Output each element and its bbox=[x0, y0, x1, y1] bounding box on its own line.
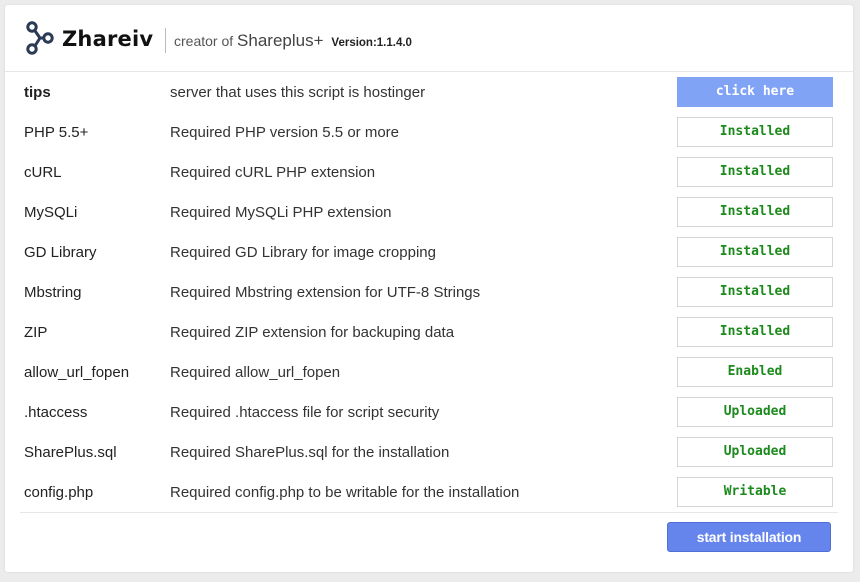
start-installation-button[interactable]: start installation bbox=[667, 522, 831, 552]
requirement-description: Required ZIP extension for backuping dat… bbox=[170, 324, 455, 341]
installer-panel: Zhareiv creator of Shareplus+ Version:1.… bbox=[5, 5, 853, 572]
requirement-name: MySQLi bbox=[24, 204, 78, 221]
requirement-description: Required SharePlus.sql for the installat… bbox=[170, 444, 450, 461]
requirement-description: server that uses this script is hostinge… bbox=[170, 84, 426, 101]
requirement-description: Required PHP version 5.5 or more bbox=[170, 124, 399, 141]
product-name: Shareplus+ bbox=[237, 31, 324, 50]
brand-name: Zhareiv bbox=[62, 27, 154, 51]
version-label: Version:1.1.4.0 bbox=[331, 37, 412, 49]
table-row: SharePlus.sql Required SharePlus.sql for … bbox=[20, 432, 835, 472]
requirement-description: Required config.php to be writable for t… bbox=[170, 484, 520, 501]
requirement-name: .htaccess bbox=[24, 404, 88, 421]
header: Zhareiv creator of Shareplus+ Version:1.… bbox=[5, 5, 853, 72]
table-row: allow_url_fopen Required allow_url_fopen E… bbox=[20, 352, 835, 392]
status-badge: Installed bbox=[677, 197, 833, 227]
click-here-button[interactable]: click here bbox=[677, 77, 833, 107]
footer-divider bbox=[20, 512, 838, 513]
requirement-name: Mbstring bbox=[24, 284, 82, 301]
requirement-description: Required allow_url_fopen bbox=[170, 364, 341, 381]
requirement-name: ZIP bbox=[24, 324, 48, 341]
requirement-description: Required Mbstring extension for UTF-8 St… bbox=[170, 284, 481, 301]
table-row: Mbstring Required Mbstring extension for … bbox=[20, 272, 835, 312]
requirement-description: Required GD Library for image cropping bbox=[170, 244, 436, 261]
requirement-name: PHP 5.5+ bbox=[24, 124, 89, 141]
status-badge: Installed bbox=[677, 277, 833, 307]
requirement-description: Required .htaccess file for script secur… bbox=[170, 404, 440, 421]
status-badge: Installed bbox=[677, 237, 833, 267]
table-row: PHP 5.5+ Required PHP version 5.5 or more… bbox=[20, 112, 835, 152]
requirement-name: GD Library bbox=[24, 244, 97, 261]
table-row: MySQLi Required MySQLi PHP extension Insta… bbox=[20, 192, 835, 232]
requirement-name: allow_url_fopen bbox=[24, 364, 130, 381]
header-divider bbox=[165, 28, 166, 53]
creator-line: creator of Shareplus+ Version:1.1.4.0 bbox=[174, 31, 412, 51]
status-badge: Installed bbox=[677, 157, 833, 187]
status-badge: Installed bbox=[677, 117, 833, 147]
requirement-name: config.php bbox=[24, 484, 94, 501]
requirement-description: Required MySQLi PHP extension bbox=[170, 204, 392, 221]
requirement-description: Required cURL PHP extension bbox=[170, 164, 376, 181]
status-badge: Writable bbox=[677, 477, 833, 507]
table-row: config.php Required config.php to be writ… bbox=[20, 472, 835, 512]
table-row: .htaccess Required .htaccess file for scr… bbox=[20, 392, 835, 432]
table-row: GD Library Required GD Library for image … bbox=[20, 232, 835, 272]
status-badge: Enabled bbox=[677, 357, 833, 387]
requirement-name: cURL bbox=[24, 164, 62, 181]
status-badge: Uploaded bbox=[677, 397, 833, 427]
table-row: ZIP Required ZIP extension for backuping … bbox=[20, 312, 835, 352]
table-row: tips server that uses this script is host… bbox=[20, 72, 835, 112]
status-badge: Uploaded bbox=[677, 437, 833, 467]
requirement-name: tips bbox=[24, 84, 51, 101]
table-row: cURL Required cURL PHP extension Installed bbox=[20, 152, 835, 192]
creator-prefix: creator of bbox=[174, 33, 234, 49]
status-badge: Installed bbox=[677, 317, 833, 347]
share-nodes-icon bbox=[26, 21, 54, 55]
requirement-name: SharePlus.sql bbox=[24, 444, 117, 461]
